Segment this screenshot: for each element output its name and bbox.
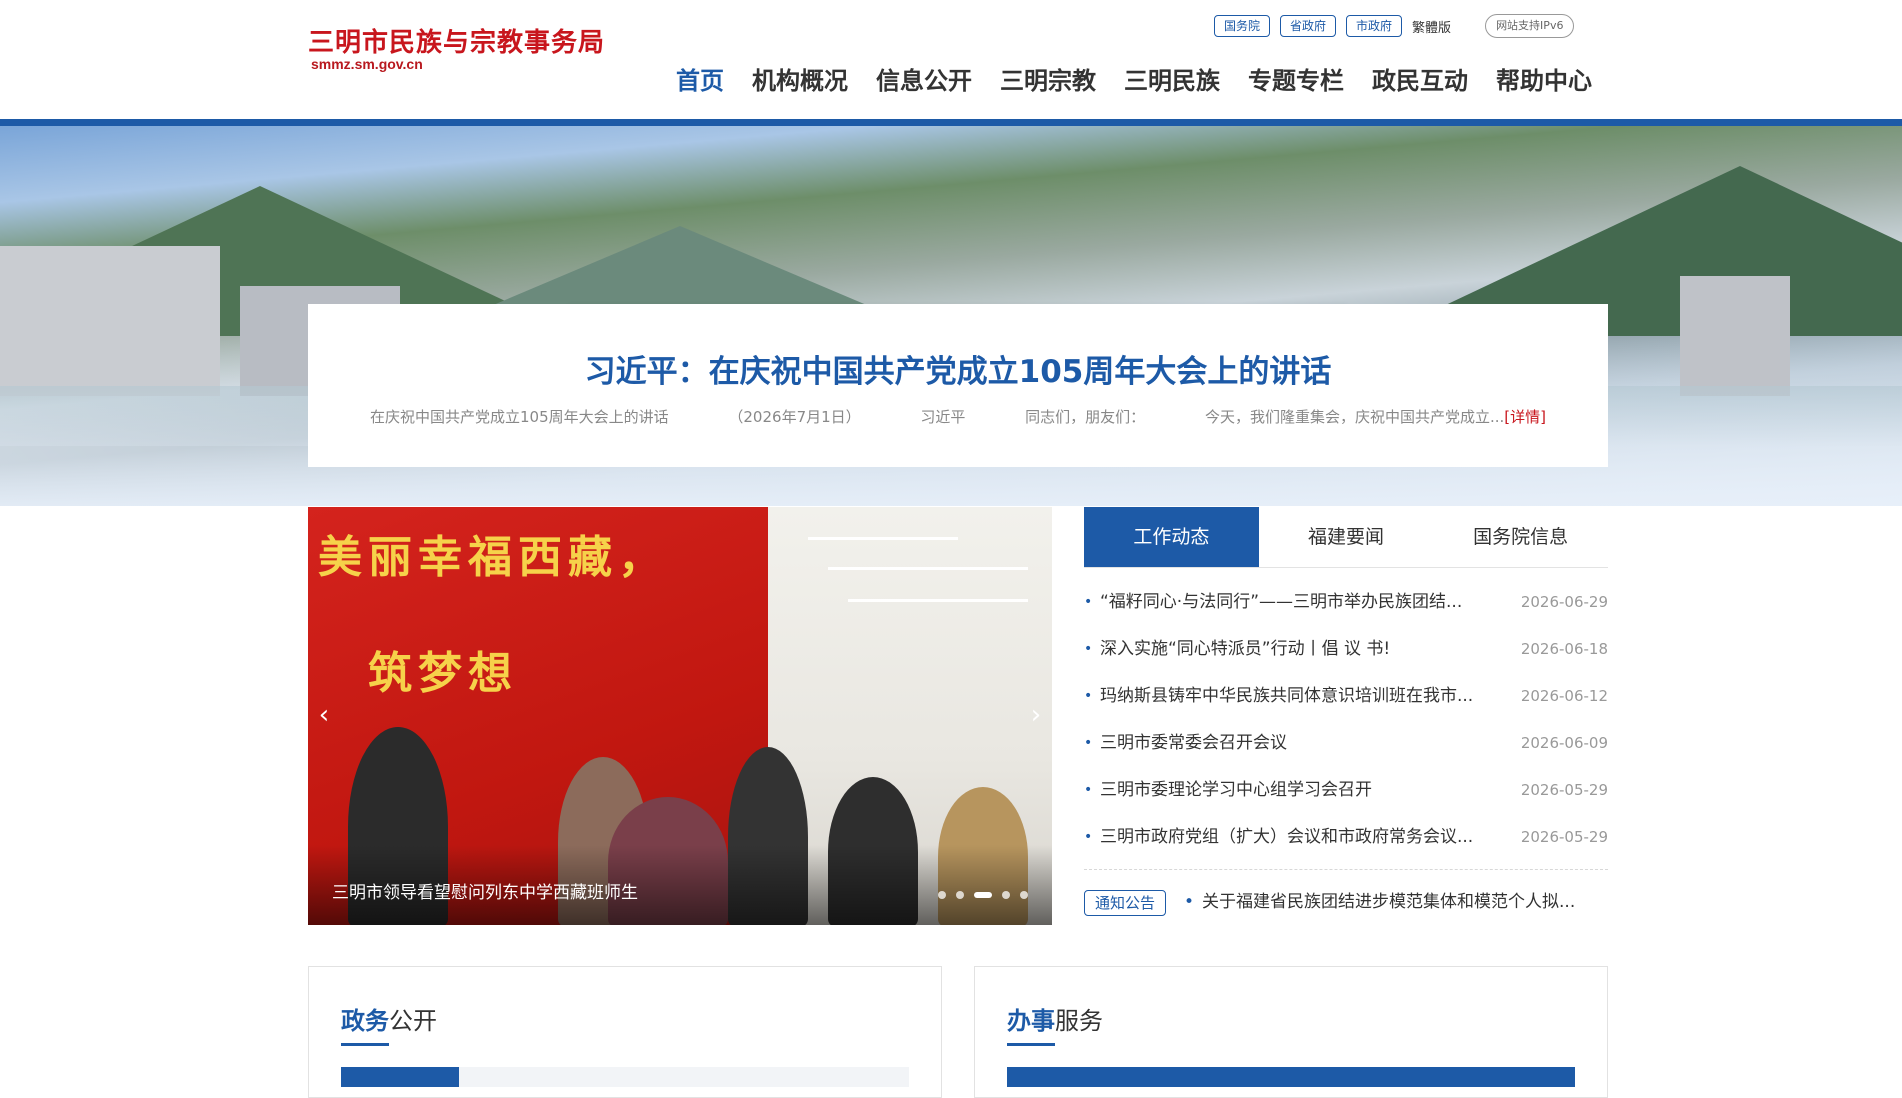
tab-state-council-info[interactable]: 国务院信息 <box>1433 507 1608 567</box>
site-logo-title[interactable]: 三明市民族与宗教事务局 <box>308 22 605 59</box>
news-date: 2026-06-12 <box>1520 687 1608 705</box>
headline-summary-part: （2026年7月1日） <box>728 408 861 426</box>
news-list: • “福籽同心·与法同行”——三明市举办民族团结... 2026-06-29 •… <box>1084 579 1608 861</box>
site-logo-domain: smmz.sm.gov.cn <box>311 56 423 72</box>
headline-summary-part: 同志们，朋友们： <box>1025 408 1146 426</box>
headline-summary: 在庆祝中国共产党成立105周年大会上的讲话 （2026年7月1日） 习近平 同志… <box>370 406 1546 427</box>
nav-info-disclosure[interactable]: 信息公开 <box>876 60 972 102</box>
bullet-dot-icon: • <box>1084 641 1093 657</box>
image-slider: 美丽幸福西藏， 筑梦想 三明市领导看望慰问列东中学西藏班师生 ‹ › <box>308 507 1052 925</box>
tab-fujian-news[interactable]: 福建要闻 <box>1259 507 1434 567</box>
main-nav: 首页 机构概况 信息公开 三明宗教 三明民族 专题专栏 政民互动 帮助中心 <box>662 60 1606 102</box>
nav-home[interactable]: 首页 <box>676 60 724 102</box>
slider-dot[interactable] <box>1020 891 1028 899</box>
bullet-dot-icon: • <box>1084 782 1093 798</box>
slide-caption[interactable]: 三明市领导看望慰问列东中学西藏班师生 <box>332 878 638 903</box>
news-tabs: 工作动态 福建要闻 国务院信息 <box>1084 507 1608 568</box>
headline-card: 习近平：在庆祝中国共产党成立105周年大会上的讲话 在庆祝中国共产党成立105周… <box>308 304 1608 467</box>
news-title[interactable]: 三明市委常委会召开会议 <box>1100 720 1500 767</box>
news-date: 2026-06-09 <box>1520 734 1608 752</box>
news-title[interactable]: 三明市政府党组（扩大）会议和市政府常务会议... <box>1100 814 1500 861</box>
slider-dot-active[interactable] <box>974 892 992 898</box>
bullet-dot-icon: • <box>1084 594 1093 610</box>
banner-buildings <box>1680 276 1790 396</box>
list-item[interactable]: • 三明市委理论学习中心组学习会召开 2026-05-29 <box>1084 767 1608 814</box>
news-date: 2026-06-18 <box>1520 640 1608 658</box>
headline-detail-link[interactable]: [详情] <box>1504 408 1546 426</box>
bullet-dot-icon: • <box>1084 688 1093 704</box>
traditional-chinese-link[interactable]: 繁體版 <box>1412 17 1451 36</box>
slide-calligraphy: 筑梦想 <box>368 648 518 699</box>
gov-affairs-panel: 政务公开 <box>308 966 942 1098</box>
slider-dots <box>928 891 1028 899</box>
news-date: 2026-05-29 <box>1520 781 1608 799</box>
tab-work-news[interactable]: 工作动态 <box>1084 507 1259 567</box>
list-item[interactable]: • “福籽同心·与法同行”——三明市举办民族团结... 2026-06-29 <box>1084 579 1608 626</box>
news-title[interactable]: “福籽同心·与法同行”——三明市举办民族团结... <box>1100 579 1500 626</box>
nav-help[interactable]: 帮助中心 <box>1496 60 1592 102</box>
slide-ceiling-light <box>808 537 958 540</box>
news-title[interactable]: 三明市委理论学习中心组学习会召开 <box>1100 767 1500 814</box>
panel-title-underline <box>1007 1043 1055 1046</box>
headline-title[interactable]: 习近平：在庆祝中国共产党成立105周年大会上的讲话 <box>308 346 1608 391</box>
bullet-dot-icon: • <box>1184 892 1195 912</box>
panel-title: 政务公开 <box>341 1007 437 1035</box>
notice-title: 关于福建省民族团结进步模范集体和模范个人拟... <box>1202 892 1576 912</box>
headline-summary-part: 今天，我们隆重集会，庆祝中国共产党成立...[详情] <box>1204 408 1546 426</box>
nav-religion[interactable]: 三明宗教 <box>1000 60 1096 102</box>
slide-ceiling-light <box>828 567 1028 570</box>
slider-dot[interactable] <box>956 891 964 899</box>
nav-interaction[interactable]: 政民互动 <box>1372 60 1468 102</box>
nav-special-topics[interactable]: 专题专栏 <box>1248 60 1344 102</box>
slider-dot[interactable] <box>938 891 946 899</box>
headline-summary-part: 习近平 <box>920 408 966 426</box>
news-date: 2026-05-29 <box>1520 828 1608 846</box>
panel-tab-bar <box>341 1067 909 1087</box>
notice-row: 通知公告 • 关于福建省民族团结进步模范集体和模范个人拟... <box>1084 887 1608 917</box>
nav-about[interactable]: 机构概况 <box>752 60 848 102</box>
list-item[interactable]: • 玛纳斯县铸牢中华民族共同体意识培训班在我市... 2026-06-12 <box>1084 673 1608 720</box>
list-item[interactable]: • 三明市政府党组（扩大）会议和市政府常务会议... 2026-05-29 <box>1084 814 1608 861</box>
bullet-dot-icon: • <box>1084 735 1093 751</box>
site-header: 三明市民族与宗教事务局 smmz.sm.gov.cn 国务院 省政府 市政府 繁… <box>0 0 1902 120</box>
news-panel: 工作动态 福建要闻 国务院信息 • “福籽同心·与法同行”——三明市举办民族团结… <box>1084 507 1608 927</box>
top-link-bar: 国务院 省政府 市政府 繁體版 网站支持IPv6 <box>1214 14 1575 38</box>
panel-tab-bar[interactable] <box>1007 1067 1575 1087</box>
list-item[interactable]: • 深入实施“同心特派员”行动丨倡 议 书! 2026-06-18 <box>1084 626 1608 673</box>
link-state-council[interactable]: 国务院 <box>1214 15 1271 37</box>
panel-title-underline <box>341 1043 389 1046</box>
panel-title: 办事服务 <box>1007 1007 1103 1035</box>
headline-summary-part: 在庆祝中国共产党成立105周年大会上的讲话 <box>370 408 669 426</box>
slide-calligraphy: 美丽幸福西藏， <box>318 532 668 583</box>
slider-dot[interactable] <box>1002 891 1010 899</box>
news-title[interactable]: 玛纳斯县铸牢中华民族共同体意识培训班在我市... <box>1100 673 1500 720</box>
ipv6-badge: 网站支持IPv6 <box>1485 14 1575 38</box>
slide-ceiling-light <box>848 599 1028 602</box>
panel-tab-active[interactable] <box>341 1067 459 1087</box>
news-divider <box>1084 869 1608 870</box>
news-date: 2026-06-29 <box>1520 593 1608 611</box>
link-city-gov[interactable]: 市政府 <box>1346 15 1403 37</box>
header-divider-bar <box>0 119 1902 126</box>
bullet-dot-icon: • <box>1084 829 1093 845</box>
chevron-right-icon[interactable]: › <box>1024 697 1048 733</box>
notice-text[interactable]: • 关于福建省民族团结进步模范集体和模范个人拟... <box>1184 887 1608 917</box>
banner-buildings <box>0 246 220 396</box>
news-title[interactable]: 深入实施“同心特派员”行动丨倡 议 书! <box>1100 626 1500 673</box>
list-item[interactable]: • 三明市委常委会召开会议 2026-06-09 <box>1084 720 1608 767</box>
services-panel: 办事服务 <box>974 966 1608 1098</box>
link-province-gov[interactable]: 省政府 <box>1280 15 1337 37</box>
nav-ethnic[interactable]: 三明民族 <box>1124 60 1220 102</box>
notice-badge[interactable]: 通知公告 <box>1084 890 1167 916</box>
chevron-left-icon[interactable]: ‹ <box>312 697 336 733</box>
